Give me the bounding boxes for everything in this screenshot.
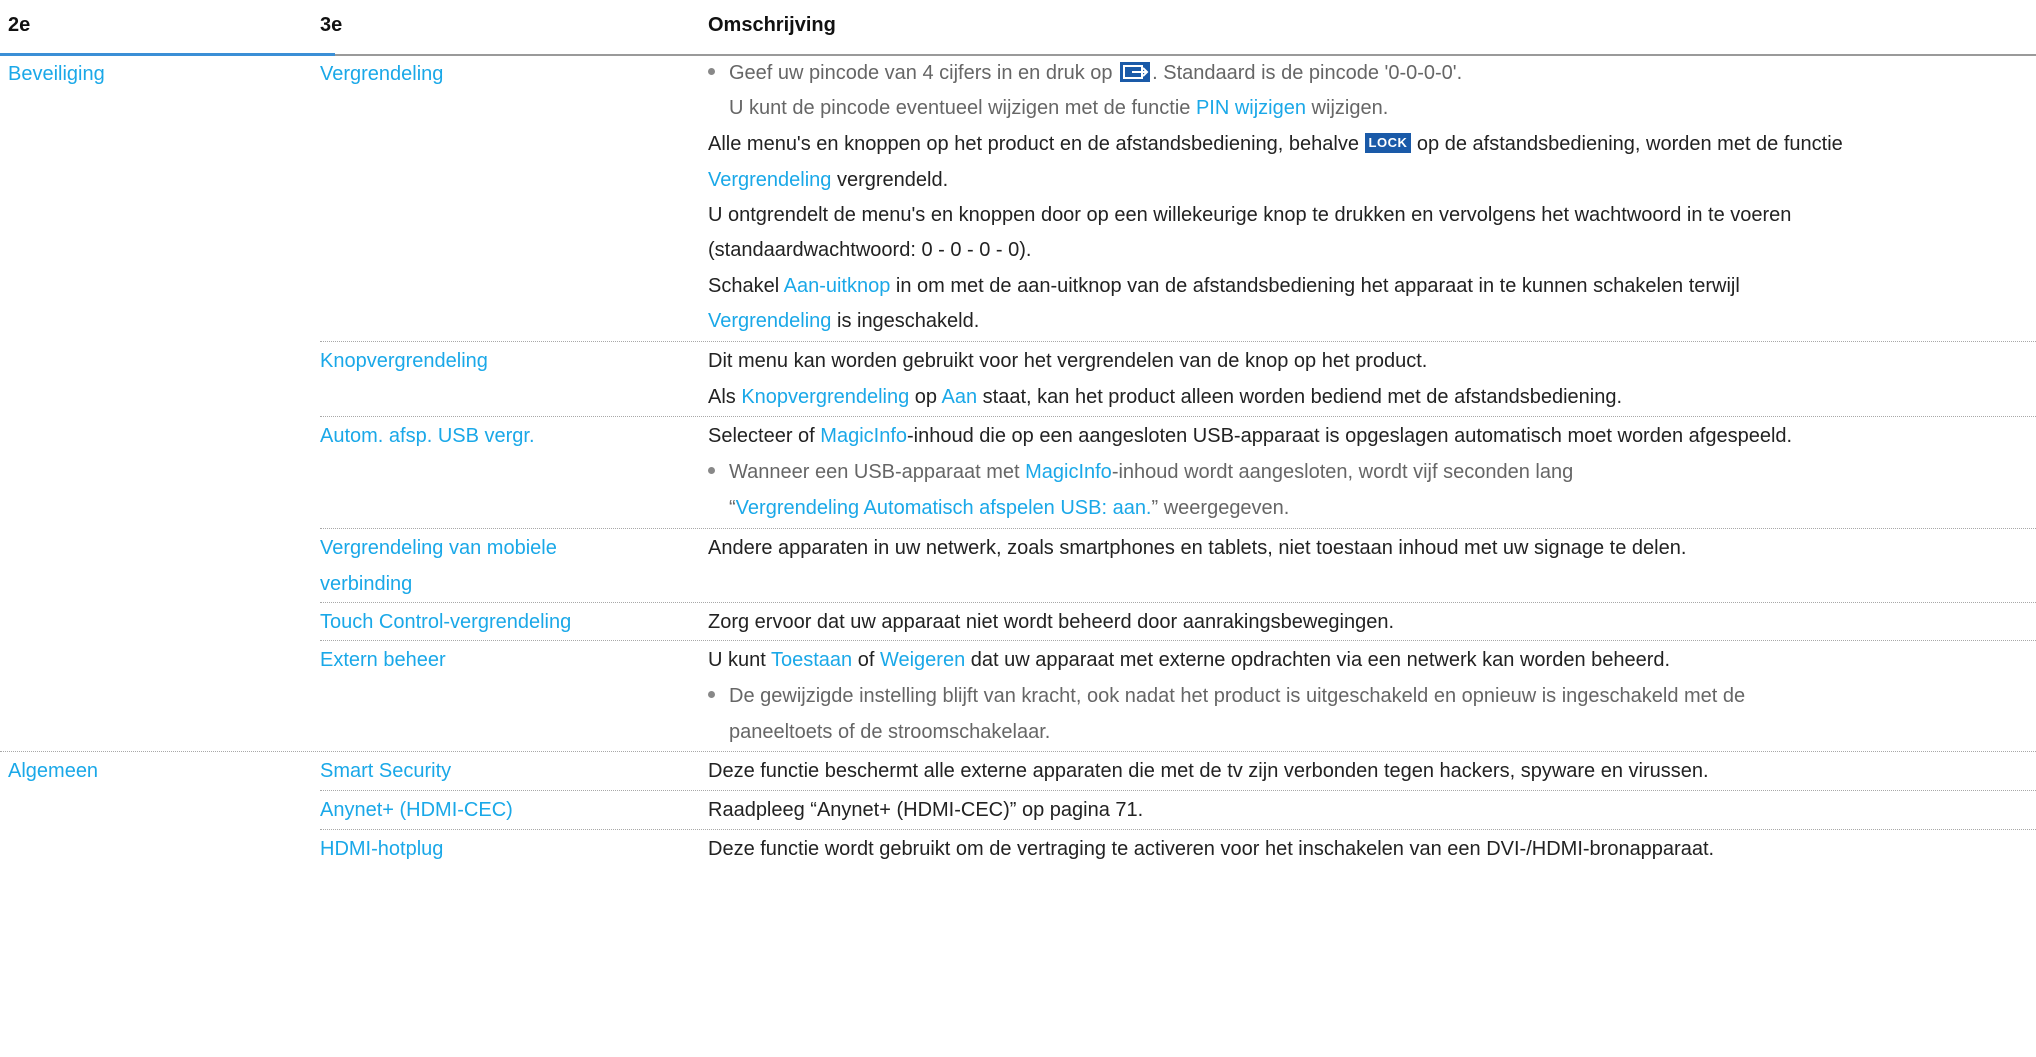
description-line: Zorg ervoor dat uw apparaat niet wordt b… bbox=[708, 611, 1394, 633]
item-name-extern-beheer: Extern beheer bbox=[320, 649, 446, 671]
bullet-dot bbox=[708, 691, 715, 699]
row-divider bbox=[320, 341, 2036, 342]
item-name-smart-security: Smart Security bbox=[320, 760, 452, 782]
bullet-note: De gewijzigde instelling blijft van krac… bbox=[708, 678, 1745, 714]
header-col-3e: 3e bbox=[320, 14, 343, 36]
bullet-note-continued: paneeltoets of de stroomschakelaar. bbox=[729, 721, 1051, 743]
link-aan: Aan bbox=[941, 386, 978, 408]
row-divider bbox=[320, 416, 2036, 417]
link-aan-uitknop: Aan-uitknop bbox=[783, 275, 891, 297]
description-line: Deze functie beschermt alle externe appa… bbox=[708, 760, 1709, 782]
description-line: Selecteer of MagicInfo-inhoud die op een… bbox=[708, 425, 1793, 447]
description-line: Dit menu kan worden gebruikt voor het ve… bbox=[708, 350, 1428, 372]
item-name-touch-control: Touch Control-vergrendeling bbox=[320, 611, 572, 633]
bullet-dot bbox=[708, 68, 715, 76]
link-weigeren: Weigeren bbox=[879, 649, 966, 671]
link-toestaan: Toestaan bbox=[771, 649, 853, 671]
header-col-omschrijving: Omschrijving bbox=[708, 14, 836, 36]
section-title-beveiliging: Beveiliging bbox=[8, 63, 105, 85]
row-divider bbox=[320, 829, 2036, 830]
header-col-2e: 2e bbox=[8, 14, 31, 36]
description-line: Andere apparaten in uw netwerk, zoals sm… bbox=[708, 537, 1687, 559]
link-pin-wijzigen: PIN wijzigen bbox=[1195, 97, 1306, 119]
row-divider bbox=[320, 528, 2036, 529]
item-name-hdmi-hotplug: HDMI-hotplug bbox=[320, 838, 444, 860]
link-usb-lock-message: Vergrendeling Automatisch afspelen USB: … bbox=[735, 497, 1152, 519]
bullet-note-continued: U kunt de pincode eventueel wijzigen met… bbox=[729, 97, 1389, 119]
lock-key-badge: LOCK bbox=[1364, 132, 1412, 153]
description-line: Als Knopvergrendeling op Aan staat, kan … bbox=[708, 386, 1623, 408]
link-vergrendeling: Vergrendeling bbox=[708, 169, 832, 191]
bullet-note: Wanneer een USB-apparaat met MagicInfo-i… bbox=[708, 454, 1573, 490]
item-name-anynet: Anynet+ (HDMI-CEC) bbox=[320, 799, 513, 821]
enter-key-icon bbox=[1120, 61, 1151, 82]
bullet-dot bbox=[708, 467, 715, 475]
description-line: Raadpleeg “Anynet+ (HDMI-CEC)” op pagina… bbox=[708, 799, 1144, 821]
description-line: Vergrendeling vergrendeld. bbox=[708, 169, 949, 191]
table-header: 2e 3e Omschrijving bbox=[0, 0, 2036, 54]
link-vergrendeling: Vergrendeling bbox=[708, 310, 832, 332]
link-knopvergrendeling: Knopvergrendeling bbox=[741, 386, 910, 408]
row-divider bbox=[320, 602, 2036, 603]
description-line: (standaardwachtwoord: 0 - 0 - 0 - 0). bbox=[708, 239, 1032, 261]
description-line: U kunt Toestaan of Weigeren dat uw appar… bbox=[708, 649, 1671, 671]
section-divider bbox=[0, 751, 2036, 752]
description-line: Vergrendeling is ingeschakeld. bbox=[708, 310, 980, 332]
bullet-note: Geef uw pincode van 4 cijfers in en druk… bbox=[708, 55, 1462, 91]
description-line: Schakel Aan-uitknop in om met de aan-uit… bbox=[708, 275, 1740, 297]
link-magicinfo: MagicInfo bbox=[1025, 461, 1112, 483]
description-line: U ontgrendelt de menu's en knoppen door … bbox=[708, 204, 1792, 226]
description-line: Alle menu's en knoppen op het product en… bbox=[708, 132, 1843, 155]
item-name-knopvergrendeling: Knopvergrendeling bbox=[320, 350, 488, 372]
section-title-algemeen: Algemeen bbox=[8, 760, 99, 782]
bullet-note-continued: “Vergrendeling Automatisch afspelen USB:… bbox=[729, 497, 1290, 519]
description-line: Deze functie wordt gebruikt om de vertra… bbox=[708, 838, 1715, 860]
link-magicinfo: MagicInfo bbox=[820, 425, 908, 447]
row-divider bbox=[320, 790, 2036, 791]
row-divider bbox=[320, 640, 2036, 641]
item-name-usb-vergr: Autom. afsp. USB vergr. bbox=[320, 425, 535, 447]
item-name-mobiele-verbinding: Vergrendeling van mobiele verbinding bbox=[320, 537, 557, 595]
item-name-vergrendeling: Vergrendeling bbox=[320, 63, 444, 85]
